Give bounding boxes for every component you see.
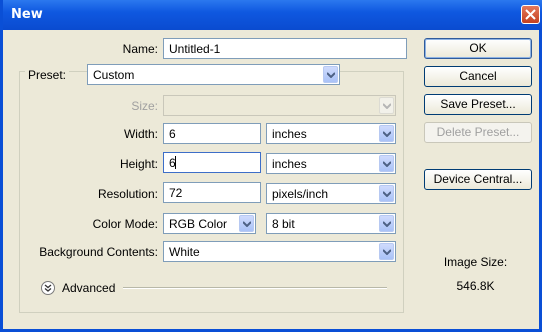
preset-select[interactable]: Custom xyxy=(87,64,340,85)
width-label: Width: xyxy=(123,127,158,141)
image-size-label: Image Size: xyxy=(443,255,508,269)
image-size-value: 546.8K xyxy=(456,279,495,293)
dropdown-arrow-icon[interactable] xyxy=(379,125,394,142)
cancel-button[interactable]: Cancel xyxy=(424,66,532,87)
bit-depth-value: 8 bit xyxy=(272,217,295,231)
height-input[interactable]: 6 xyxy=(163,152,261,173)
resolution-label: Resolution: xyxy=(97,187,158,201)
background-contents-label: Background Contents: xyxy=(39,245,158,259)
size-select xyxy=(163,95,396,116)
dropdown-arrow-icon[interactable] xyxy=(379,155,394,172)
title-bar[interactable]: New xyxy=(3,0,542,30)
ok-button[interactable]: OK xyxy=(424,38,532,59)
dropdown-arrow-icon[interactable] xyxy=(379,215,394,232)
resolution-input[interactable]: 72 xyxy=(163,182,261,203)
dropdown-arrow-icon[interactable] xyxy=(239,215,254,232)
preset-label: Preset: xyxy=(25,68,70,82)
text-cursor xyxy=(175,156,176,169)
new-document-dialog: New Name: Untitled-1 Preset: Custom Size… xyxy=(0,0,542,332)
color-mode-label: Color Mode: xyxy=(92,217,158,231)
advanced-divider xyxy=(123,287,387,289)
bit-depth-select[interactable]: 8 bit xyxy=(266,213,396,234)
color-mode-select[interactable]: RGB Color xyxy=(163,213,256,234)
background-contents-select[interactable]: White xyxy=(163,241,396,262)
resolution-unit-select[interactable]: pixels/inch xyxy=(266,183,396,204)
background-contents-value: White xyxy=(169,245,200,259)
advanced-label[interactable]: Advanced xyxy=(62,281,115,295)
width-unit-value: inches xyxy=(272,127,307,141)
height-unit-select[interactable]: inches xyxy=(266,153,396,174)
dropdown-arrow-icon[interactable] xyxy=(379,185,394,202)
save-preset-button[interactable]: Save Preset... xyxy=(424,94,532,115)
color-mode-value: RGB Color xyxy=(169,217,228,231)
width-unit-select[interactable]: inches xyxy=(266,123,396,144)
dropdown-arrow-icon[interactable] xyxy=(379,243,394,260)
delete-preset-button: Delete Preset... xyxy=(424,122,532,143)
name-label: Name: xyxy=(122,42,158,56)
expand-advanced-icon[interactable] xyxy=(41,281,55,295)
name-input[interactable]: Untitled-1 xyxy=(163,38,407,59)
width-input[interactable]: 6 xyxy=(163,123,261,144)
close-icon xyxy=(525,9,536,20)
preset-value: Custom xyxy=(93,68,135,82)
resolution-unit-value: pixels/inch xyxy=(272,187,329,201)
size-label: Size: xyxy=(131,99,158,113)
dropdown-arrow-icon[interactable] xyxy=(323,66,338,83)
close-button[interactable] xyxy=(521,5,540,24)
device-central-button[interactable]: Device Central... xyxy=(424,169,532,190)
window-title: New xyxy=(11,7,43,22)
height-unit-value: inches xyxy=(272,157,307,171)
dropdown-arrow-icon xyxy=(379,97,394,114)
height-label: Height: xyxy=(119,157,158,171)
